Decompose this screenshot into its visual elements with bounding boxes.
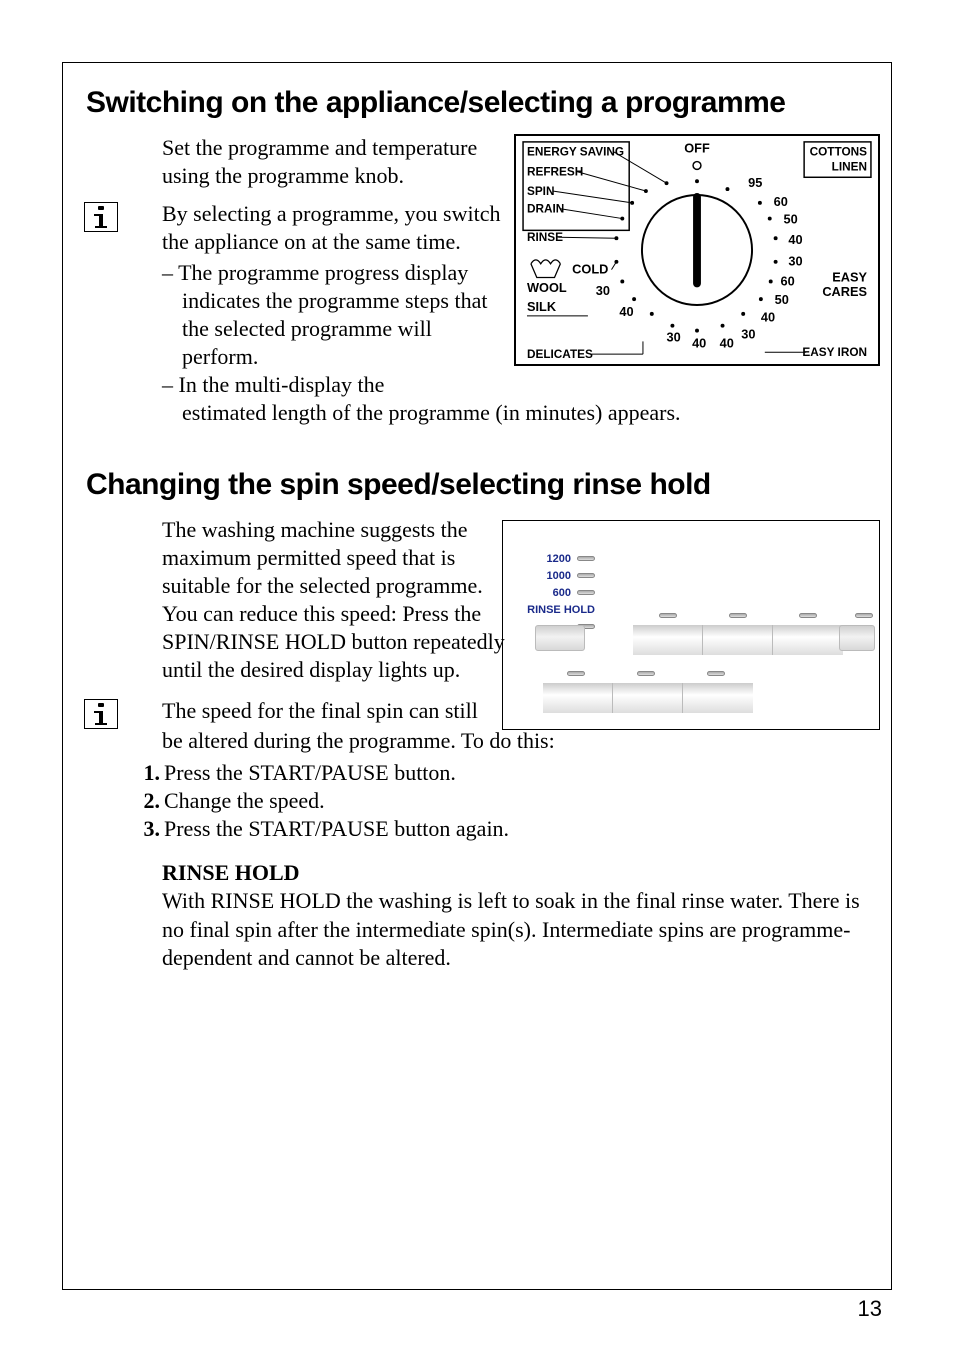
spin-speed-labels: 1200 1000 600 RINSE HOLD xyxy=(527,551,595,636)
section1-body: OFF ENERGY SAVING REFRESH SPIN DRAIN RIN… xyxy=(162,134,868,428)
rinse-hold-text: With RINSE HOLD the washing is left to s… xyxy=(162,887,862,971)
panel-seg xyxy=(633,625,703,655)
section2-body: 1200 1000 600 RINSE HOLD xyxy=(162,516,868,972)
section2-info-line1: The speed for the final spin can still xyxy=(162,697,542,725)
speed-600: 600 xyxy=(553,587,571,599)
speed-1200: 1200 xyxy=(547,553,571,565)
section1-bullet2-line2: estimated length of the programme (in mi… xyxy=(162,399,862,427)
panel-seg xyxy=(773,625,843,655)
step1-text: Press the START/PAUSE button. xyxy=(164,760,456,785)
spin-button xyxy=(535,625,585,651)
info-icon xyxy=(84,202,118,232)
knob-off-label: OFF xyxy=(684,141,710,156)
svg-text:95: 95 xyxy=(748,175,762,190)
section1-bullet2-l1-text: In the multi-display the xyxy=(179,372,385,397)
step-3: 3.Press the START/PAUSE button again. xyxy=(138,815,868,843)
step3-text: Press the START/PAUSE button again. xyxy=(164,816,509,841)
section1-intro: Set the programme and temperature using … xyxy=(162,134,507,190)
rinse-hold-heading: RINSE HOLD xyxy=(162,859,868,887)
section2-info-line2: be altered during the programme. To do t… xyxy=(162,727,862,755)
svg-text:ENERGY SAVING: ENERGY SAVING xyxy=(527,146,624,159)
info-icon xyxy=(84,699,118,729)
svg-text:SPIN: SPIN xyxy=(527,185,554,198)
section1-info-lead: By selecting a programme, you switch the… xyxy=(162,200,507,256)
section1-bullet1: – The programme progress display indicat… xyxy=(162,259,507,372)
step-1: 1.Press the START/PAUSE button. xyxy=(138,759,868,787)
panel-seg xyxy=(703,625,773,655)
speed-rinse-hold: RINSE HOLD xyxy=(527,604,595,616)
page-number: 13 xyxy=(858,1296,882,1322)
svg-text:LINEN: LINEN xyxy=(832,160,867,173)
step-2: 2.Change the speed. xyxy=(138,787,868,815)
section2-intro: The washing machine suggests the maximum… xyxy=(162,516,522,685)
step2-text: Change the speed. xyxy=(164,788,325,813)
svg-text:REFRESH: REFRESH xyxy=(527,165,583,178)
page-content: Switching on the appliance/selecting a p… xyxy=(86,86,868,974)
section2-title: Changing the spin speed/selecting rinse … xyxy=(86,468,868,502)
section1-bullet1-text: The programme progress display indicates… xyxy=(178,260,487,369)
section1-title: Switching on the appliance/selecting a p… xyxy=(86,86,868,120)
panel-button-end xyxy=(839,625,875,651)
section1-bullet2-line1: – In the multi-display the xyxy=(162,371,842,399)
speed-1000: 1000 xyxy=(547,570,571,582)
svg-text:COTTONS: COTTONS xyxy=(810,146,868,159)
